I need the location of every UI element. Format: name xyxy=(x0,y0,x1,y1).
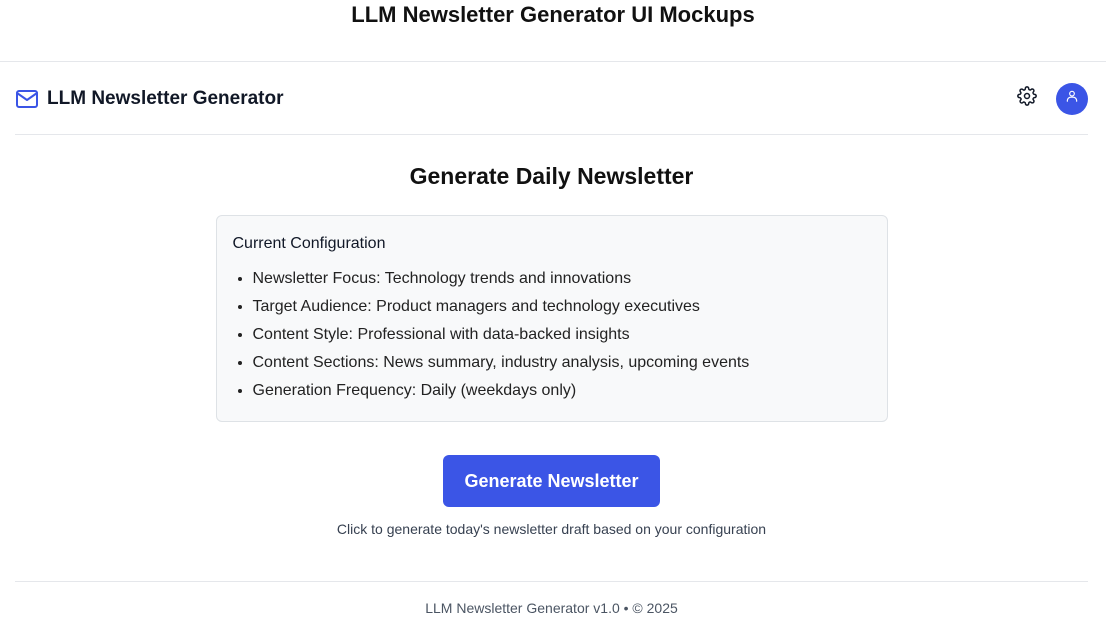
header-actions xyxy=(1015,82,1088,115)
config-item-audience: Target Audience: Product managers and te… xyxy=(253,293,871,321)
app-header: LLM Newsletter Generator xyxy=(15,63,1088,135)
mail-icon xyxy=(15,87,39,111)
brand: LLM Newsletter Generator xyxy=(15,87,284,111)
app-frame: LLM Newsletter Generator Generate Daily … xyxy=(15,63,1088,537)
mockup-page-header: LLM Newsletter Generator UI Mockups xyxy=(0,0,1106,62)
footer-text: LLM Newsletter Generator v1.0 • © 2025 xyxy=(425,600,678,616)
footer: LLM Newsletter Generator v1.0 • © 2025 xyxy=(15,581,1088,616)
app-name: LLM Newsletter Generator xyxy=(47,87,284,109)
config-item-frequency: Generation Frequency: Daily (weekdays on… xyxy=(253,377,871,405)
page-title: LLM Newsletter Generator UI Mockups xyxy=(351,2,755,27)
configuration-title: Current Configuration xyxy=(232,235,386,252)
settings-button[interactable] xyxy=(1015,86,1039,111)
generate-newsletter-button[interactable]: Generate Newsletter xyxy=(443,455,660,507)
main-content: Generate Daily Newsletter Current Config… xyxy=(15,162,1088,537)
user-avatar-button[interactable] xyxy=(1056,82,1088,115)
generate-helper-text: Click to generate today's newsletter dra… xyxy=(336,521,767,537)
config-item-focus: Newsletter Focus: Technology trends and … xyxy=(253,265,871,293)
config-item-sections: Content Sections: News summary, industry… xyxy=(253,349,871,377)
user-icon[interactable] xyxy=(1065,89,1079,108)
gear-icon[interactable] xyxy=(1017,86,1037,111)
section-heading: Generate Daily Newsletter xyxy=(409,163,694,189)
config-item-style: Content Style: Professional with data-ba… xyxy=(253,321,871,349)
configuration-card: Current Configuration Newsletter Focus: … xyxy=(215,215,888,422)
configuration-list: Newsletter Focus: Technology trends and … xyxy=(233,265,871,405)
